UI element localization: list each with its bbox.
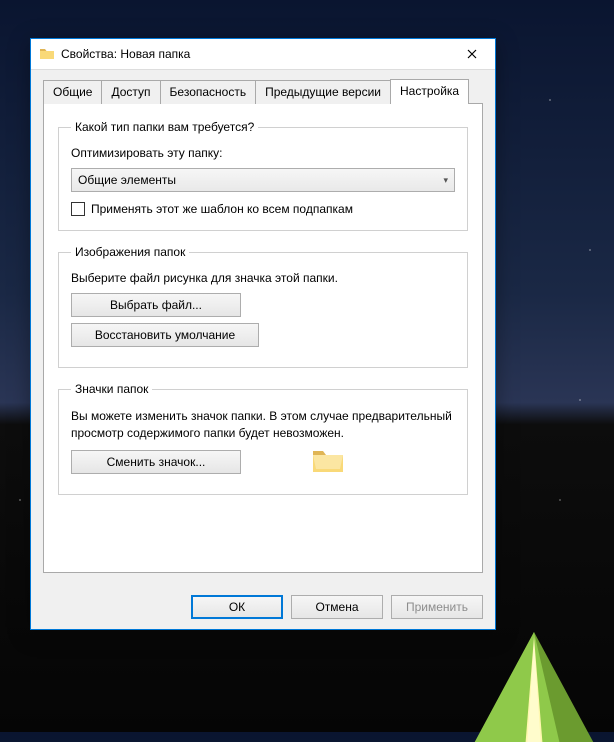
change-icon-button[interactable]: Сменить значок...	[71, 450, 241, 474]
group-folder-icons: Значки папок Вы можете изменить значок п…	[58, 382, 468, 495]
group-folder-images-legend: Изображения папок	[71, 245, 189, 259]
group-folder-icons-legend: Значки папок	[71, 382, 152, 396]
cancel-button[interactable]: Отмена	[291, 595, 383, 619]
tab-previous-versions[interactable]: Предыдущие версии	[255, 80, 391, 104]
window-title: Свойства: Новая папка	[61, 47, 449, 61]
folder-images-desc: Выберите файл рисунка для значка этой па…	[71, 271, 455, 285]
choose-file-button[interactable]: Выбрать файл...	[71, 293, 241, 317]
folder-preview-icon	[311, 447, 345, 478]
optimize-combo[interactable]: Общие элементы ▾	[71, 168, 455, 192]
tab-sharing[interactable]: Доступ	[101, 80, 160, 104]
tab-security[interactable]: Безопасность	[160, 80, 257, 104]
ok-button[interactable]: ОК	[191, 595, 283, 619]
folder-icon	[39, 46, 55, 62]
group-folder-type-legend: Какой тип папки вам требуется?	[71, 120, 258, 134]
group-folder-images: Изображения папок Выберите файл рисунка …	[58, 245, 468, 368]
group-folder-type: Какой тип папки вам требуется? Оптимизир…	[58, 120, 468, 231]
tab-general[interactable]: Общие	[43, 80, 102, 104]
folder-icons-desc: Вы можете изменить значок папки. В этом …	[71, 408, 455, 442]
tab-customize[interactable]: Настройка	[390, 79, 469, 104]
tent-illustration	[434, 622, 614, 742]
optimize-label: Оптимизировать эту папку:	[71, 146, 455, 160]
tab-strip: Общие Доступ Безопасность Предыдущие вер…	[43, 80, 483, 104]
tab-panel-customize: Какой тип папки вам требуется? Оптимизир…	[43, 103, 483, 573]
dialog-actions: ОК Отмена Применить	[31, 585, 495, 629]
restore-default-button[interactable]: Восстановить умолчание	[71, 323, 259, 347]
close-button[interactable]	[449, 39, 495, 69]
chevron-down-icon: ▾	[443, 175, 448, 186]
optimize-combo-value: Общие элементы	[78, 173, 176, 187]
apply-button[interactable]: Применить	[391, 595, 483, 619]
apply-subfolders-checkbox[interactable]	[71, 202, 85, 216]
titlebar[interactable]: Свойства: Новая папка	[31, 39, 495, 69]
apply-subfolders-label: Применять этот же шаблон ко всем подпапк…	[91, 202, 353, 216]
properties-dialog: Свойства: Новая папка Общие Доступ Безоп…	[30, 38, 496, 630]
